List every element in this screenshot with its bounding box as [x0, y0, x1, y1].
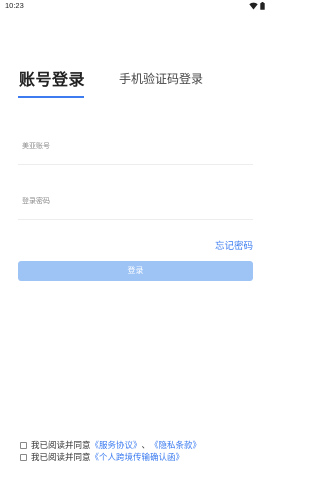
terms-checkbox[interactable]: [20, 441, 27, 449]
password-field: [18, 189, 253, 220]
battery-icon: [260, 2, 265, 10]
service-agreement-link[interactable]: 《服务协议》: [91, 439, 142, 451]
agreement-row-terms: 我已阅读并同意 《服务协议》 、 《隐私条款》: [20, 439, 260, 451]
tab-account-login[interactable]: 账号登录: [19, 66, 85, 90]
status-time: 10:23: [5, 1, 24, 10]
agreement-prefix: 我已阅读并同意: [31, 441, 91, 451]
username-field: [18, 134, 253, 165]
status-bar: 10:23: [0, 0, 270, 12]
login-tabs: 账号登录 手机验证码登录: [0, 66, 270, 102]
username-input[interactable]: [22, 142, 242, 150]
agreement-separator: 、: [141, 441, 151, 451]
agreement-row-cross-border: 我已阅读并同意 《个人跨境传输确认函》: [20, 451, 260, 463]
wifi-icon: [249, 2, 258, 10]
agreement-prefix: 我已阅读并同意: [31, 453, 91, 463]
cross-border-checkbox[interactable]: [20, 453, 27, 461]
login-button[interactable]: 登录: [18, 261, 253, 281]
privacy-policy-link[interactable]: 《隐私条款》: [150, 439, 201, 451]
password-input[interactable]: [22, 197, 242, 205]
cross-border-confirmation-link[interactable]: 《个人跨境传输确认函》: [91, 451, 185, 463]
tab-active-indicator: [18, 96, 84, 98]
forgot-password-link[interactable]: 忘记密码: [215, 238, 253, 252]
tab-sms-login[interactable]: 手机验证码登录: [119, 70, 203, 87]
login-screen: 10:23 账号登录 手机验证码登录 忘记密码 登录: [0, 0, 270, 480]
status-icons: [249, 2, 265, 10]
